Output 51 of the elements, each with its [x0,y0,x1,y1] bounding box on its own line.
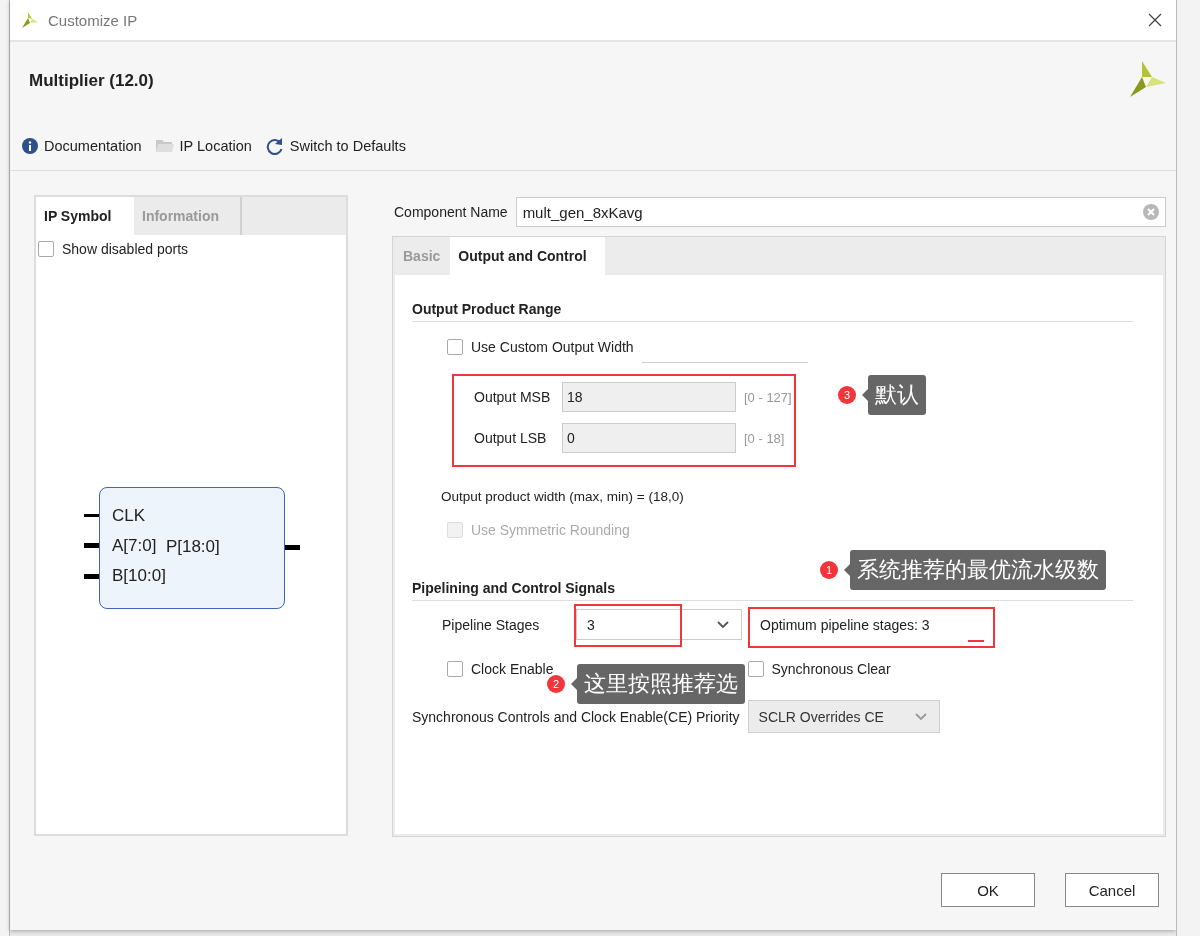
port-pin [84,543,99,548]
settings-tab[interactable]: Output and Control [450,237,605,275]
checkbox-label: Use Custom Output Width [471,339,634,355]
checkbox[interactable] [447,339,463,355]
toolbar-link[interactable]: Switch to Defaults [265,137,406,155]
range-hint: [0 - 127] [744,389,792,405]
port-label: P[18:0] [165,537,221,557]
field-label: Output LSB [474,430,548,446]
close-icon[interactable] [1148,13,1162,27]
info-text: Optimum pipeline stages: 3 [760,616,930,633]
folder-icon [155,139,174,153]
port-label: CLK [112,506,147,526]
checkbox[interactable] [447,661,463,677]
chevron-icon [717,620,729,629]
window-title: Customize IP [48,11,138,29]
info-text: Output product width (max, min) = (18,0) [441,489,685,504]
cancel-button[interactable]: Cancel [1065,873,1159,907]
toolbar-link[interactable]: IP Location [155,138,252,154]
field-label: Synchronous Controls and Clock Enable(CE) Priority [412,708,740,725]
port-label: A[7:0] [112,536,158,556]
panel-tab[interactable]: IP Symbol [36,197,134,235]
toolbar-link[interactable]: Documentation [22,138,142,154]
callout-note: 默认 [868,375,926,415]
stages-dropdown[interactable]: 3 [576,609,742,640]
port-pin [84,574,99,579]
chevron-icon [914,712,927,721]
callout-note: 系统推荐的最优流水级数 [850,550,1106,590]
section-heading: Pipelining and Control Signals [412,580,615,596]
logo-icon [20,10,40,30]
checkbox-label: Synchronous Clear [771,661,891,677]
checkbox[interactable] [38,241,54,257]
range-hint: [0 - 18] [744,430,785,446]
field-label: Component Name [394,204,508,220]
clear-icon[interactable] [1143,204,1159,220]
ok-button[interactable]: OK [941,873,1035,907]
field-label: Output MSB [474,389,552,405]
callout-note: 这里按照推荐选 [577,664,745,704]
port-label: B[10:0] [112,566,166,586]
section-heading: Output Product Range [412,301,562,317]
info-icon [22,138,38,154]
checkbox-label: Use Symmetric Rounding [471,522,630,538]
port-pin [285,545,300,550]
component-name-field[interactable]: mult_gen_8xKavg [515,197,1166,227]
checkbox-label: Clock Enable [471,661,554,677]
checkbox[interactable] [747,661,764,677]
checkbox-label: Show disabled ports [62,241,189,257]
field-label: Pipeline Stages [442,616,541,633]
refresh-icon [265,137,284,155]
dialog-heading: Multiplier (12.0) [29,71,154,91]
port-pin [84,514,99,517]
logo-icon [1128,59,1168,99]
